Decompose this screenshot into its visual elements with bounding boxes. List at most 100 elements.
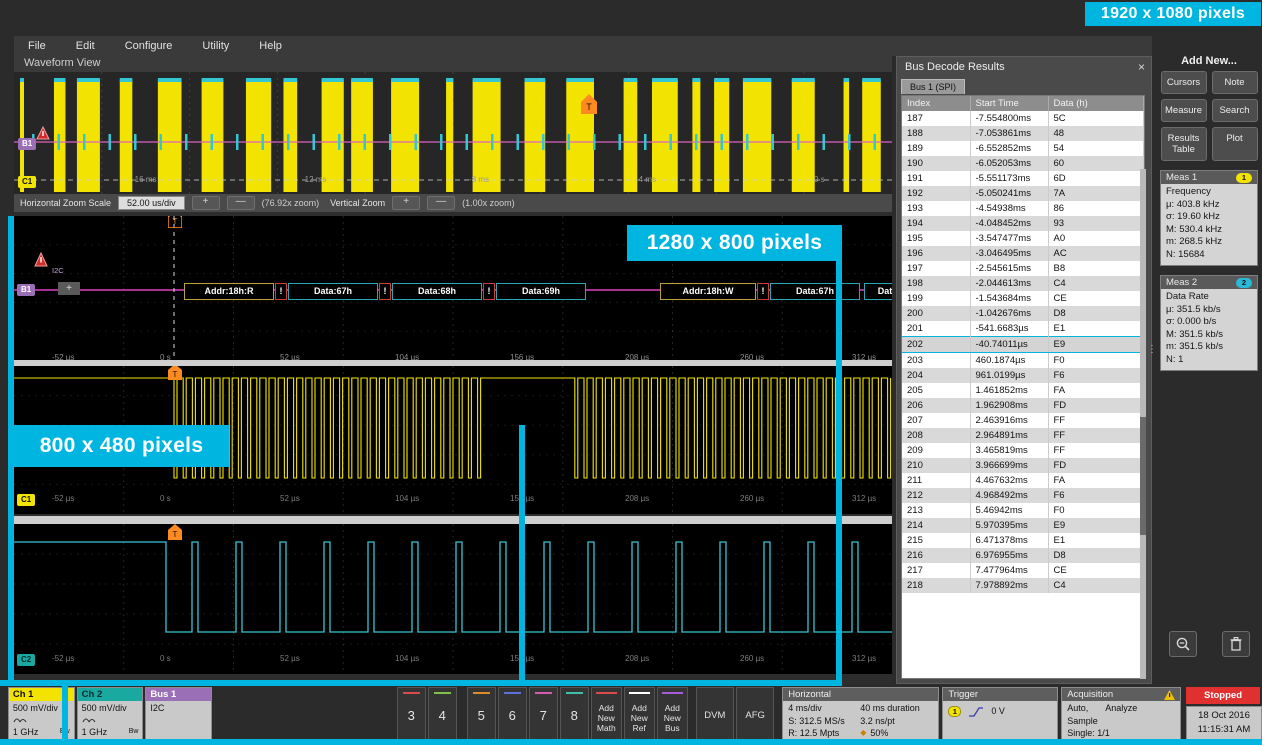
bus-packet-err-4[interactable]: ! bbox=[757, 283, 769, 300]
afg-button[interactable]: AFG bbox=[736, 687, 775, 744]
table-row[interactable]: 200 -1.042676ms D8 bbox=[902, 306, 1144, 321]
table-row[interactable]: 211 4.467632ms FA bbox=[902, 473, 1144, 488]
channel-badge-ch2[interactable]: Ch 2 500 mV/div 1 GHz Bᴡ bbox=[76, 687, 144, 742]
bus-badge-bus1[interactable]: Bus 1 I2C bbox=[145, 687, 213, 742]
channel-button-6[interactable]: 6 bbox=[497, 687, 527, 744]
menu-item-configure[interactable]: Configure bbox=[111, 38, 187, 54]
table-row[interactable]: 194 -4.048452ms 93 bbox=[902, 216, 1144, 231]
table-row[interactable]: 202 -40.74011µs E9 bbox=[902, 336, 1144, 353]
table-row[interactable]: 203 460.1874µs F0 bbox=[902, 352, 1144, 368]
v-zoom-minus-button[interactable]: — bbox=[427, 196, 456, 210]
bus-packet-addr-2[interactable]: Addr:18h:W bbox=[660, 283, 756, 300]
table-row[interactable]: 213 5.46942ms F0 bbox=[902, 503, 1144, 518]
bus-packet-addr-1[interactable]: Addr:18h:R bbox=[184, 283, 274, 300]
note-button[interactable]: Note bbox=[1211, 71, 1258, 94]
add-button-add-new-math[interactable]: Add New Math bbox=[590, 687, 622, 742]
pane-ch2-badge[interactable]: C2 bbox=[17, 654, 36, 666]
table-row[interactable]: 196 -3.046495ms AC bbox=[902, 246, 1144, 261]
tab-bus-1-spi[interactable]: Bus 1 (SPI) bbox=[901, 79, 966, 94]
status-badge[interactable]: Stopped bbox=[1186, 687, 1260, 704]
measurement-source-chip[interactable]: 1 bbox=[1235, 172, 1252, 183]
trigger-marker-pane-bus[interactable]: T bbox=[168, 216, 182, 228]
table-row[interactable]: 193 -4.54938ms 86 bbox=[902, 201, 1144, 216]
bus-packet-data-2[interactable]: Data:68h bbox=[392, 283, 482, 300]
table-row[interactable]: 201 -541.6683µs E1 bbox=[902, 321, 1144, 337]
table-row[interactable]: 217 7.477964ms CE bbox=[902, 563, 1144, 578]
table-row[interactable]: 188 -7.053861ms 48 bbox=[902, 126, 1144, 141]
vertical-scrollbar[interactable] bbox=[1140, 169, 1146, 679]
waveform-overview[interactable]: B1 C1 -16 ms -12 ms -8 ms -4 ms 0 s T bbox=[14, 72, 892, 194]
channel-button-7[interactable]: 7 bbox=[528, 687, 558, 744]
bus-packet-err-2[interactable]: ! bbox=[379, 283, 391, 300]
overview-badge-bus[interactable]: B1 bbox=[18, 138, 37, 150]
measurement-source-chip[interactable]: 2 bbox=[1235, 277, 1252, 288]
zoom-out-icon[interactable] bbox=[1168, 631, 1197, 657]
channel-button-4[interactable]: 4 bbox=[427, 687, 457, 744]
trigger-section[interactable]: Trigger 1 0 V bbox=[942, 687, 1059, 742]
channel-button-3[interactable]: 3 bbox=[396, 687, 426, 744]
table-row[interactable]: 195 -3.547477ms A0 bbox=[902, 231, 1144, 246]
cursors-button[interactable]: Cursors bbox=[1160, 71, 1207, 94]
close-icon[interactable]: × bbox=[1138, 60, 1145, 74]
horizontal-section[interactable]: Horizontal 4 ms/div 40 ms duration S: 31… bbox=[782, 687, 940, 742]
column-header-start-time[interactable]: Start Time bbox=[970, 96, 1049, 111]
menu-item-edit[interactable]: Edit bbox=[62, 38, 109, 54]
trigger-marker-overview[interactable]: T bbox=[581, 94, 597, 114]
table-row[interactable]: 214 5.970395ms E9 bbox=[902, 518, 1144, 533]
waveform-pane-ch2[interactable]: C2 T -52 µs 0 s 52 µs 104 µs 156 µs 208 µs 260… bbox=[14, 524, 892, 674]
plot-button[interactable]: Plot bbox=[1211, 127, 1258, 161]
table-row[interactable]: 205 1.461852ms FA bbox=[902, 383, 1144, 398]
table-row[interactable]: 207 2.463916ms FF bbox=[902, 413, 1144, 428]
measurement-badge-2[interactable]: Meas 2 2 Data Rate μ: 351.5 kb/s σ: 0.000 b/… bbox=[1160, 275, 1258, 371]
h-zoom-value[interactable]: 52.00 us/div bbox=[118, 196, 185, 210]
column-header-data[interactable]: Data (h) bbox=[1048, 96, 1144, 111]
bus-packet-data-1[interactable]: Data:67h bbox=[288, 283, 378, 300]
bus-packet-data-5[interactable]: Data: bbox=[864, 283, 892, 300]
table-row[interactable]: 199 -1.543684ms CE bbox=[902, 291, 1144, 306]
table-row[interactable]: 215 6.471378ms E1 bbox=[902, 533, 1144, 548]
acquisition-section[interactable]: Acquisition Auto, Analyze Sample Single:… bbox=[1061, 687, 1181, 742]
trash-icon[interactable] bbox=[1221, 631, 1250, 657]
bus-packet-err-1[interactable]: ! bbox=[275, 283, 287, 300]
table-row[interactable]: 187 -7.554800ms 5C bbox=[902, 111, 1144, 126]
bus-decode-table-wrapper[interactable]: Index Start Time Data (h) 187 -7.554800ms… bbox=[901, 95, 1145, 679]
add-button-add-new-ref[interactable]: Add New Ref bbox=[623, 687, 655, 742]
h-zoom-minus-button[interactable]: — bbox=[226, 196, 255, 210]
table-row[interactable]: 216 6.976955ms D8 bbox=[902, 548, 1144, 563]
table-row[interactable]: 198 -2.044613ms C4 bbox=[902, 276, 1144, 291]
bus-expand-button[interactable]: + bbox=[58, 282, 80, 295]
results-table-button[interactable]: Results Table bbox=[1160, 127, 1207, 161]
dvm-button[interactable]: DVM bbox=[695, 687, 735, 744]
v-zoom-plus-button[interactable]: + bbox=[392, 196, 421, 210]
table-row[interactable]: 190 -6.052053ms 60 bbox=[902, 156, 1144, 171]
trigger-source-badge[interactable]: 1 bbox=[948, 705, 962, 717]
table-row[interactable]: 209 3.465819ms FF bbox=[902, 443, 1144, 458]
pane-ch1-badge[interactable]: C1 bbox=[17, 494, 36, 506]
pane-bus-badge[interactable]: B1 bbox=[17, 284, 36, 296]
table-row[interactable]: 206 1.962908ms FD bbox=[902, 398, 1144, 413]
bus-packet-err-3[interactable]: ! bbox=[483, 283, 495, 300]
table-row[interactable]: 218 7.978892ms C4 bbox=[902, 578, 1144, 593]
search-button[interactable]: Search bbox=[1211, 99, 1258, 122]
h-zoom-plus-button[interactable]: + bbox=[191, 196, 220, 210]
measure-button[interactable]: Measure bbox=[1160, 99, 1207, 122]
table-row[interactable]: 212 4.968492ms F6 bbox=[902, 488, 1144, 503]
measurement-badge-1[interactable]: Meas 1 1 Frequency μ: 403.8 kHz σ: 19.60 kHz… bbox=[1160, 170, 1258, 266]
add-button-add-new-bus[interactable]: Add New Bus bbox=[656, 687, 688, 742]
trigger-marker-pane-ch1[interactable]: T bbox=[168, 366, 182, 380]
column-header-index[interactable]: Index bbox=[902, 96, 971, 111]
trigger-marker-pane-ch2[interactable]: T bbox=[168, 524, 182, 540]
table-row[interactable]: 208 2.964891ms FF bbox=[902, 428, 1144, 443]
channel-button-8[interactable]: 8 bbox=[559, 687, 589, 744]
bus-packet-data-3[interactable]: Data:69h bbox=[496, 283, 586, 300]
overview-badge-ch1[interactable]: C1 bbox=[18, 176, 37, 188]
bus-packet-data-4[interactable]: Data:67h bbox=[770, 283, 860, 300]
table-row[interactable]: 197 -2.545615ms B8 bbox=[902, 261, 1144, 276]
menu-item-utility[interactable]: Utility bbox=[188, 38, 243, 54]
scrollbar-thumb[interactable] bbox=[1140, 417, 1146, 535]
table-row[interactable]: 210 3.966699ms FD bbox=[902, 458, 1144, 473]
table-row[interactable]: 191 -5.551173ms 6D bbox=[902, 171, 1144, 186]
menu-item-file[interactable]: File bbox=[14, 38, 60, 54]
table-row[interactable]: 204 961.0199µs F6 bbox=[902, 368, 1144, 383]
channel-button-5[interactable]: 5 bbox=[466, 687, 496, 744]
